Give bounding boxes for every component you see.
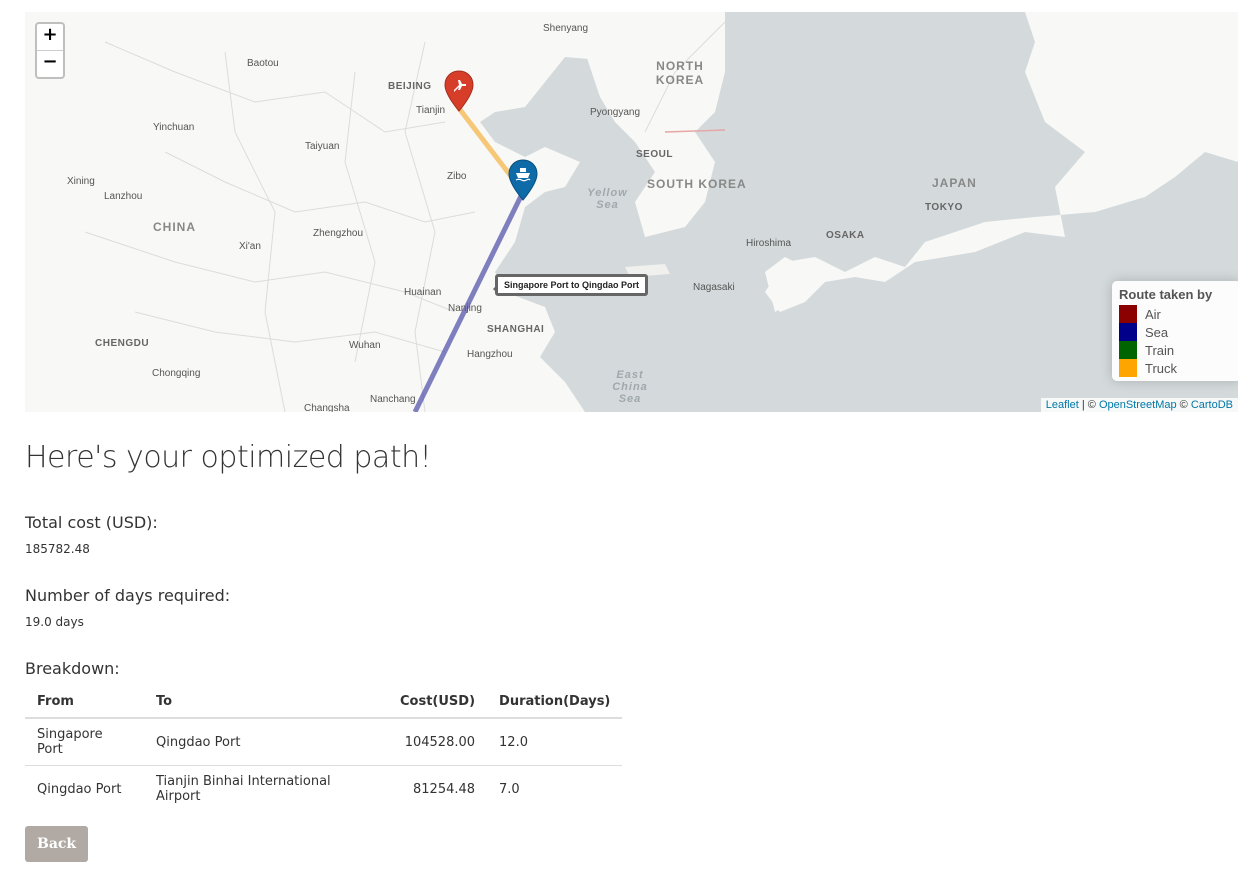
sea-label: Yellow Sea [587,187,628,211]
city-label: Lanzhou [104,191,143,202]
cell-cost: 81254.48 [413,781,476,797]
city-label: OSAKA [826,230,865,241]
osm-link[interactable]: OpenStreetMap [1099,399,1177,411]
city-label: Wuhan [349,340,381,351]
leaflet-link[interactable]: Leaflet [1046,399,1079,411]
back-button[interactable]: Back [25,826,89,862]
airport-marker[interactable] [444,70,474,116]
seaport-marker[interactable] [508,159,538,205]
map-base-layer [25,12,1238,412]
column-header-to: To [144,686,388,719]
country-label: JAPAN [932,176,977,190]
cell-from: Singapore Port [25,718,144,766]
days-label: Number of days required: [25,586,231,605]
attribution-separator: | © [1078,399,1099,411]
cell-from: Qingdao Port [37,781,122,797]
legend-label: Air [1145,306,1161,322]
legend-swatch [1119,359,1137,377]
legend-item-truck: Truck [1119,359,1233,377]
city-label: Nanchang [370,394,416,405]
city-label: Zibo [447,171,467,182]
city-label: Tianjin [416,105,446,116]
city-label: Changsha [304,403,350,412]
zoom-out-button[interactable]: − [37,51,63,77]
legend-item-sea: Sea [1119,323,1233,341]
legend-swatch [1119,323,1137,341]
country-label: CHINA [153,220,196,234]
legend-swatch [1119,305,1137,323]
city-label: Xi'an [239,241,261,252]
page-title: Here's your optimized path! [25,440,432,475]
city-label: BEIJING [388,81,432,92]
table-header-row: From To Cost(USD) Duration(Days) [25,686,623,719]
cell-duration: 7.0 [499,781,520,797]
city-label: Hangzhou [467,349,513,360]
legend-item-train: Train [1119,341,1233,359]
attribution-separator: © [1176,399,1191,411]
result-panel: Here's your optimized path! Total cost (… [25,440,623,862]
breakdown-table: From To Cost(USD) Duration(Days) Singapo… [25,686,623,813]
city-label: Xining [67,176,95,187]
legend-label: Sea [1145,324,1169,340]
sea-label: East China Sea [612,369,648,405]
route-legend: Route taken by Air Sea Train Truck [1112,281,1238,381]
route-map[interactable]: + − Shenyang Baotou BEIJING Tianjin Yinc… [25,12,1238,412]
country-label: NORTH KOREA [655,59,705,87]
legend-item-air: Air [1119,305,1233,323]
cartodb-link[interactable]: CartoDB [1191,399,1233,411]
days-value: 19.0 days [25,615,84,629]
city-label: Yinchuan [153,122,195,133]
cell-duration: 12.0 [487,718,623,766]
cell-cost: 104528.00 [388,718,488,766]
zoom-in-button[interactable]: + [37,24,63,51]
city-label: Nagasaki [693,282,735,293]
country-label: SOUTH KOREA [647,177,747,191]
column-header-duration: Duration(Days) [487,686,623,719]
city-label: TOKYO [925,202,963,213]
city-label: SEOUL [636,149,673,160]
legend-label: Truck [1145,360,1178,376]
table-row: Singapore Port Qingdao Port 104528.00 12… [25,718,623,766]
legend-label: Train [1145,342,1175,358]
city-label: Chongqing [152,368,201,379]
column-header-cost: Cost(USD) [388,686,488,719]
column-header-from: From [25,686,144,719]
city-label: Baotou [247,58,279,69]
legend-swatch [1119,341,1137,359]
city-label: SHANGHAI [487,324,545,335]
city-label: Huainan [404,287,442,298]
cell-to: Tianjin Binhai International Airport [156,774,331,804]
city-label: Nanjing [448,303,482,314]
city-label: Hiroshima [746,238,792,249]
city-label: CHENGDU [95,338,150,349]
city-label: Taiyuan [305,141,340,152]
table-row: Qingdao Port Tianjin Binhai Internationa… [25,766,622,813]
legend-title: Route taken by [1119,287,1213,302]
zoom-control: + − [35,22,65,79]
cell-to: Qingdao Port [144,718,388,766]
total-cost-value: 185782.48 [25,542,90,556]
breakdown-label: Breakdown: [25,659,120,678]
city-label: Zhengzhou [313,228,364,239]
city-label: Shenyang [543,23,589,34]
total-cost-label: Total cost (USD): [25,513,158,532]
city-label: Pyongyang [590,107,641,118]
map-attribution: Leaflet | © OpenStreetMap © CartoDB [1040,398,1238,412]
route-tooltip: Singapore Port to Qingdao Port [493,274,648,296]
